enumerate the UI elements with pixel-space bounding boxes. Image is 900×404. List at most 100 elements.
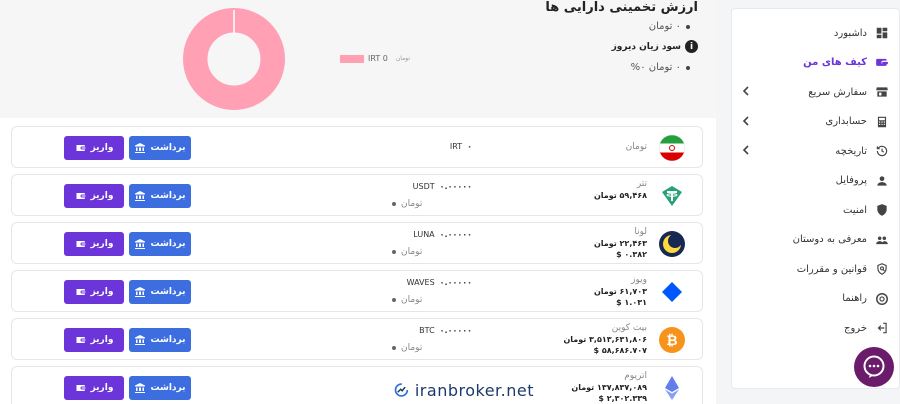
bullet-icon bbox=[392, 298, 396, 302]
balance-toman: تومان bbox=[392, 295, 472, 305]
wallet-row-irt: واریز برداشت IRT ۰ تومان bbox=[11, 126, 703, 168]
page-title: ارزش تخمینی دارایی ها bbox=[545, 0, 698, 15]
shield-icon bbox=[875, 203, 889, 217]
toman-label: تومان bbox=[401, 247, 423, 257]
coin-name: ویوز bbox=[631, 275, 647, 285]
balance: USDT ۰.۰۰۰۰۰ bbox=[392, 182, 472, 191]
sidebar-item-2[interactable]: سفارش سریع bbox=[732, 78, 900, 106]
sidebar-item-label: داشبورد bbox=[833, 27, 867, 39]
wallet-icon bbox=[76, 337, 86, 343]
deposit-label: واریز bbox=[90, 383, 114, 393]
balance: IRT ۰ bbox=[392, 142, 472, 151]
wallet-icon bbox=[875, 56, 889, 70]
sidebar-item-label: امنیت bbox=[843, 204, 867, 216]
balance: LUNA ۰.۰۰۰۰۰ bbox=[392, 230, 472, 239]
withdraw-button[interactable]: برداشت bbox=[129, 184, 191, 208]
withdraw-button[interactable]: برداشت bbox=[129, 136, 191, 160]
sidebar-item-label: تاریخچه bbox=[835, 145, 867, 157]
user-icon bbox=[875, 174, 889, 188]
bank-icon bbox=[135, 191, 146, 201]
total-value: ۰ تومان bbox=[649, 21, 690, 32]
support-chat-button[interactable] bbox=[854, 347, 894, 387]
deposit-button[interactable]: واریز bbox=[64, 328, 124, 352]
waves-icon bbox=[662, 282, 682, 302]
sidebar-item-10[interactable]: خروج bbox=[732, 314, 900, 342]
help-icon bbox=[875, 292, 889, 306]
sidebar: داشبورد کیف های من سفارش سریع حسابداری تاریخ… bbox=[731, 8, 900, 389]
balance-amount: ۰.۰۰۰۰۰ bbox=[439, 182, 472, 191]
coin-name: اتریوم bbox=[624, 371, 647, 381]
withdraw-label: برداشت bbox=[150, 335, 186, 345]
sidebar-item-3[interactable]: حسابداری bbox=[732, 108, 900, 136]
balance-toman: تومان bbox=[392, 247, 472, 257]
wallet-icon bbox=[76, 241, 86, 247]
sidebar-item-6[interactable]: امنیت bbox=[732, 196, 900, 224]
withdraw-button[interactable]: برداشت bbox=[129, 232, 191, 256]
wallet-icon bbox=[76, 289, 86, 295]
deposit-button[interactable]: واریز bbox=[64, 136, 124, 160]
sidebar-item-0[interactable]: داشبورد bbox=[732, 19, 900, 47]
sidebar-item-label: پروفایل bbox=[835, 175, 867, 186]
deposit-button[interactable]: واریز bbox=[64, 232, 124, 256]
wallet-row-usdt: واریز برداشت USDT ۰.۰۰۰۰۰ تومان تتر ۵۹,۴… bbox=[11, 174, 703, 216]
coin-name: تتر bbox=[636, 179, 647, 189]
balance-amount: ۰.۰۰۰۰۰ bbox=[439, 278, 472, 287]
deposit-button[interactable]: واریز bbox=[64, 280, 124, 304]
chart-legend: IRT 0 تومان bbox=[340, 54, 410, 63]
withdraw-label: برداشت bbox=[150, 287, 186, 297]
luna-icon bbox=[659, 231, 685, 257]
tether-icon bbox=[662, 186, 682, 206]
bank-icon bbox=[135, 143, 146, 153]
bullet-icon bbox=[686, 24, 690, 29]
balance-toman: تومان bbox=[392, 343, 472, 353]
watermark: iranbroker.net bbox=[376, 376, 534, 404]
calculator-icon bbox=[875, 115, 889, 129]
coin-price: ۱۳۷,۸۳۷,۰۸۹ تومان bbox=[571, 383, 647, 392]
asset-donut-chart bbox=[183, 8, 285, 110]
sidebar-item-4[interactable]: تاریخچه bbox=[732, 137, 900, 165]
sidebar-item-7[interactable]: معرفی به دوستان bbox=[732, 226, 900, 254]
balance-currency: USDT bbox=[412, 182, 435, 191]
bullet-icon bbox=[392, 250, 396, 254]
deposit-label: واریز bbox=[90, 191, 114, 201]
coin-usd-price: ۲,۳۰۲.۳۳۹ $ bbox=[598, 394, 647, 403]
history-icon bbox=[875, 144, 889, 158]
asset-summary: ارزش تخمینی دارایی ها ۰ تومان i سود زیان… bbox=[0, 0, 716, 118]
withdraw-label: برداشت bbox=[150, 143, 186, 153]
bank-icon bbox=[135, 287, 146, 297]
sidebar-item-1[interactable]: کیف های من bbox=[732, 49, 900, 77]
group-icon bbox=[875, 233, 889, 247]
bank-icon bbox=[135, 239, 146, 249]
wallet-row-waves: واریز برداشت WAVES ۰.۰۰۰۰۰ تومان ویوز ۶۱… bbox=[11, 270, 703, 312]
sidebar-item-5[interactable]: پروفایل bbox=[732, 167, 900, 195]
deposit-button[interactable]: واریز bbox=[64, 376, 124, 400]
withdraw-label: برداشت bbox=[150, 383, 186, 393]
chevron-left-icon bbox=[742, 115, 749, 126]
info-icon[interactable]: i bbox=[685, 40, 698, 53]
withdraw-button[interactable]: برداشت bbox=[129, 328, 191, 352]
deposit-button[interactable]: واریز bbox=[64, 184, 124, 208]
wallet-icon bbox=[76, 385, 86, 391]
sidebar-item-8[interactable]: قوانین و مقررات bbox=[732, 255, 900, 283]
withdraw-button[interactable]: برداشت bbox=[129, 376, 191, 400]
bullet-icon bbox=[686, 65, 690, 70]
balance: BTC ۰.۰۰۰۰۰ bbox=[392, 326, 472, 335]
ethereum-icon bbox=[665, 376, 679, 400]
svg-text:₿: ₿ bbox=[666, 333, 677, 349]
toman-label: تومان bbox=[401, 295, 423, 305]
balance-toman: تومان bbox=[392, 199, 472, 209]
withdraw-button[interactable]: برداشت bbox=[129, 280, 191, 304]
coin-name: لونا bbox=[634, 227, 647, 237]
broker-logo-icon bbox=[394, 383, 409, 397]
sidebar-item-9[interactable]: راهنما bbox=[732, 285, 900, 313]
sidebar-item-label: معرفی به دوستان bbox=[792, 234, 867, 245]
wallet-row-eth: واریز برداشت اتریوم ۱۳۷,۸۳۷,۰۸۹ تومان ۲,… bbox=[11, 366, 703, 404]
coin-usd-price: ۵۸,۶۸۶.۷۰۷ $ bbox=[593, 346, 648, 355]
profit-value-text: ۰ تومان ۰% bbox=[630, 62, 681, 73]
bullet-icon bbox=[392, 346, 396, 350]
balance-amount: ۰ bbox=[467, 142, 472, 151]
store-icon bbox=[875, 85, 889, 99]
legend-label: IRT 0 bbox=[368, 54, 388, 63]
withdraw-label: برداشت bbox=[150, 239, 186, 249]
sidebar-item-label: حسابداری bbox=[825, 116, 867, 127]
